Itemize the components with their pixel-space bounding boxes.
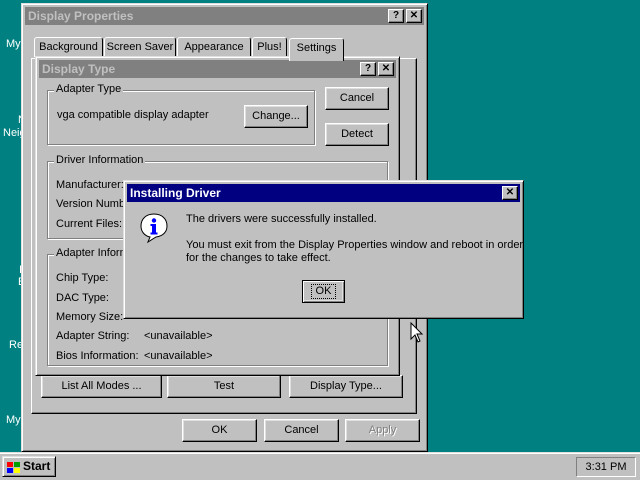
ok-button[interactable]: OK [302, 280, 345, 303]
adapter-type-label: Adapter Type [54, 83, 124, 95]
driver-info-label: Driver Information [54, 154, 146, 166]
cancel-button[interactable]: Cancel [264, 419, 339, 442]
adapter-string-label: Adapter String: [56, 330, 130, 342]
manufacturer-label: Manufacturer: [56, 179, 124, 191]
installing-driver-dialog: Installing Driver ✕ The drivers were suc… [123, 180, 524, 319]
taskbar: Start 3:31 PM [0, 452, 640, 480]
memory-size-label: Memory Size: [56, 311, 124, 323]
installing-driver-titlebar[interactable]: Installing Driver ✕ [127, 184, 520, 202]
display-type-button[interactable]: Display Type... [289, 375, 403, 398]
desktop-label-my-computer[interactable]: My [6, 38, 21, 50]
current-files-label: Current Files: [56, 218, 123, 230]
dac-type-label: DAC Type: [56, 292, 109, 304]
adapter-string-value: <unavailable> [144, 330, 213, 342]
reboot-message-line2: for the changes to take effect. [186, 252, 331, 264]
help-button[interactable]: ? [360, 62, 376, 76]
tab-plus[interactable]: Plus! [252, 37, 287, 57]
display-type-titlebar[interactable]: Display Type ? ✕ [39, 60, 396, 78]
detect-button[interactable]: Detect [325, 123, 389, 146]
bios-info-value: <unavailable> [144, 350, 213, 362]
close-button[interactable]: ✕ [406, 9, 422, 23]
version-label: Version Numbe [56, 198, 132, 210]
tab-background[interactable]: Background [34, 37, 103, 57]
bios-info-label: Bios Information: [56, 350, 139, 362]
tab-screen-saver[interactable]: Screen Saver [104, 37, 176, 57]
window-title: Display Properties [28, 9, 134, 23]
tab-settings[interactable]: Settings [289, 38, 344, 61]
display-properties-titlebar[interactable]: Display Properties ? ✕ [25, 7, 424, 25]
start-button[interactable]: Start [2, 456, 56, 477]
apply-button: Apply [345, 419, 420, 442]
change-button[interactable]: Change... [244, 105, 308, 128]
adapter-type-group: Adapter Type vga compatible display adap… [47, 83, 315, 145]
ok-button-label: OK [310, 284, 337, 299]
start-label: Start [23, 459, 51, 473]
information-icon [138, 212, 170, 244]
close-button[interactable]: ✕ [378, 62, 394, 76]
adapter-type-value: vga compatible display adapter [57, 109, 209, 121]
success-message: The drivers were successfully installed. [186, 213, 377, 225]
adapter-info-label: Adapter Inform [54, 247, 131, 259]
tab-appearance[interactable]: Appearance [177, 37, 251, 57]
message-title: Installing Driver [130, 186, 221, 200]
reboot-message-line1: You must exit from the Display Propertie… [186, 239, 524, 251]
list-all-modes-button[interactable]: List All Modes ... [41, 375, 162, 398]
mouse-cursor-icon [410, 321, 426, 344]
windows-logo-icon [7, 461, 21, 473]
dialog-title: Display Type [42, 62, 116, 76]
cancel-button[interactable]: Cancel [325, 87, 389, 110]
chip-type-label: Chip Type: [56, 272, 109, 284]
desktop-label-my-briefcase[interactable]: My [6, 414, 21, 426]
system-clock: 3:31 PM [576, 457, 636, 477]
test-button[interactable]: Test [167, 375, 281, 398]
close-button[interactable]: ✕ [502, 186, 518, 200]
ok-button[interactable]: OK [182, 419, 257, 442]
help-button[interactable]: ? [388, 9, 404, 23]
